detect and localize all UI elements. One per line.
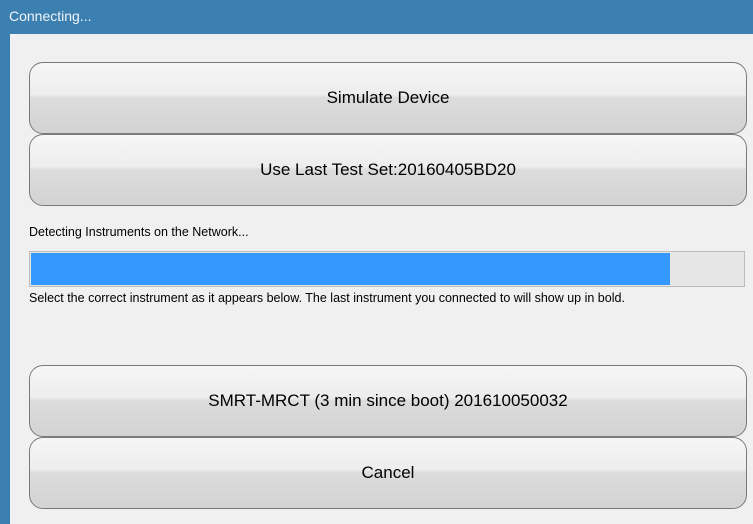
simulate-device-button[interactable]: Simulate Device — [29, 62, 747, 134]
instrument-device-label: SMRT-MRCT (3 min since boot) 20161005003… — [208, 391, 568, 410]
instrument-device-button[interactable]: SMRT-MRCT (3 min since boot) 20161005003… — [29, 365, 747, 437]
title-bar[interactable]: Connecting... — [0, 0, 753, 34]
dialog-body: Simulate Device Use Last Test Set:201604… — [10, 34, 753, 524]
cancel-label: Cancel — [361, 463, 415, 482]
cancel-button[interactable]: Cancel — [29, 437, 747, 509]
use-last-test-set-label: Use Last Test Set:20160405BD20 — [260, 160, 516, 179]
instructions-text: Select the correct instrument as it appe… — [29, 291, 625, 305]
detection-progress-bar — [29, 251, 745, 287]
detecting-status-text: Detecting Instruments on the Network... — [29, 225, 249, 239]
use-last-test-set-button[interactable]: Use Last Test Set:20160405BD20 — [29, 134, 747, 206]
connecting-window: Connecting... Simulate Device Use Last T… — [0, 0, 753, 524]
simulate-device-label: Simulate Device — [326, 88, 450, 107]
window-title: Connecting... — [9, 8, 92, 24]
progress-fill — [31, 253, 670, 285]
